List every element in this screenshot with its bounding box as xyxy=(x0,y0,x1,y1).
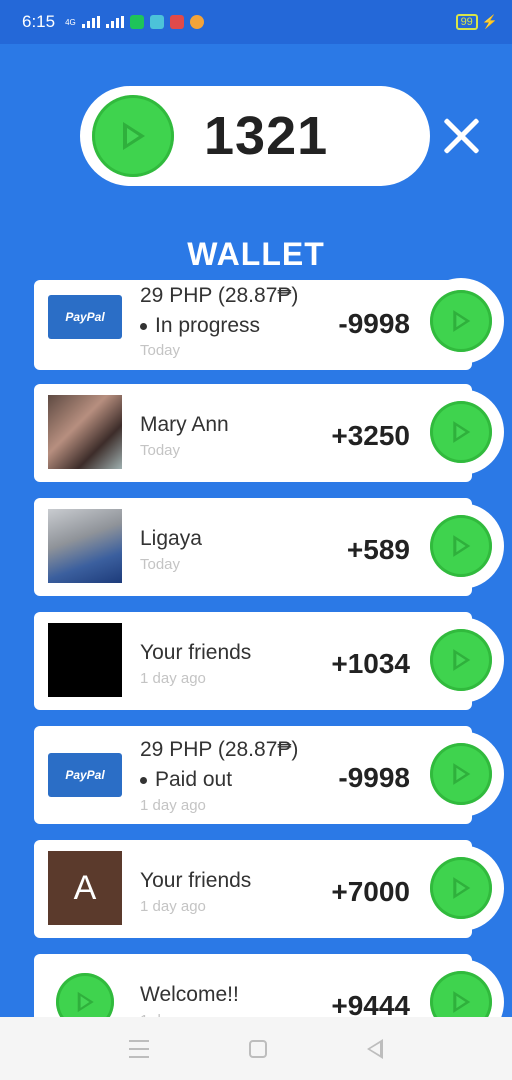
coin-icon xyxy=(430,743,492,805)
system-nav-bar xyxy=(0,1017,512,1080)
avatar xyxy=(48,395,122,469)
transaction-status: In progress xyxy=(140,314,260,338)
transaction-title: Welcome!! xyxy=(140,983,239,1006)
transaction-row[interactable]: Ligaya Today +589 xyxy=(34,498,504,596)
transaction-status: Paid out xyxy=(140,768,232,792)
transaction-date: 1 day ago xyxy=(140,670,206,687)
avatar xyxy=(48,623,122,697)
transaction-title: 29 PHP (28.87₱) xyxy=(140,284,299,307)
transaction-title: Mary Ann xyxy=(140,413,229,436)
avatar xyxy=(48,509,122,583)
transaction-amount: +7000 xyxy=(331,876,410,907)
status-dot-icon xyxy=(140,322,147,330)
paypal-logo: PayPal xyxy=(48,753,122,797)
menu-icon[interactable] xyxy=(129,1039,149,1058)
status-dot-icon xyxy=(140,776,147,784)
transaction-row[interactable]: Mary Ann Today +3250 xyxy=(34,384,504,482)
transaction-amount: +589 xyxy=(346,534,410,565)
coin-icon xyxy=(430,515,492,577)
transaction-date: 1 day ago xyxy=(140,797,206,814)
transaction-list[interactable]: PayPal 29 PHP (28.87₱) In progress Today… xyxy=(0,0,512,1080)
coin-badge xyxy=(418,389,504,475)
transaction-title: 29 PHP (28.87₱) xyxy=(140,738,299,761)
transaction-title: Your friends xyxy=(140,641,252,664)
transaction-amount: +3250 xyxy=(331,420,410,451)
transaction-row[interactable]: A Your friends 1 day ago +7000 xyxy=(34,840,504,938)
transaction-row[interactable]: PayPal 29 PHP (28.87₱) In progress Today… xyxy=(34,278,504,370)
coin-badge xyxy=(418,617,504,703)
coin-icon xyxy=(430,290,492,352)
transaction-amount: -9998 xyxy=(338,762,410,793)
transaction-row[interactable]: PayPal 29 PHP (28.87₱) Paid out 1 day ag… xyxy=(34,726,504,824)
back-icon[interactable] xyxy=(367,1038,383,1059)
coin-badge xyxy=(418,845,504,931)
transaction-date: 1 day ago xyxy=(140,898,206,915)
transaction-title: Ligaya xyxy=(140,527,202,550)
coin-icon xyxy=(430,857,492,919)
coin-badge xyxy=(418,503,504,589)
coin-icon xyxy=(430,401,492,463)
transaction-row[interactable]: Your friends 1 day ago +1034 xyxy=(34,612,504,710)
coin-badge xyxy=(418,731,504,817)
transaction-amount: -9998 xyxy=(338,308,410,339)
transaction-amount: +1034 xyxy=(331,648,410,679)
transaction-date: Today xyxy=(140,342,181,359)
transaction-date: Today xyxy=(140,442,181,459)
transaction-date: Today xyxy=(140,556,181,573)
coin-badge xyxy=(418,278,504,364)
paypal-logo: PayPal xyxy=(48,295,122,339)
home-icon[interactable] xyxy=(249,1039,267,1058)
transaction-title: Your friends xyxy=(140,869,252,892)
coin-icon xyxy=(430,629,492,691)
avatar: A xyxy=(48,851,122,925)
